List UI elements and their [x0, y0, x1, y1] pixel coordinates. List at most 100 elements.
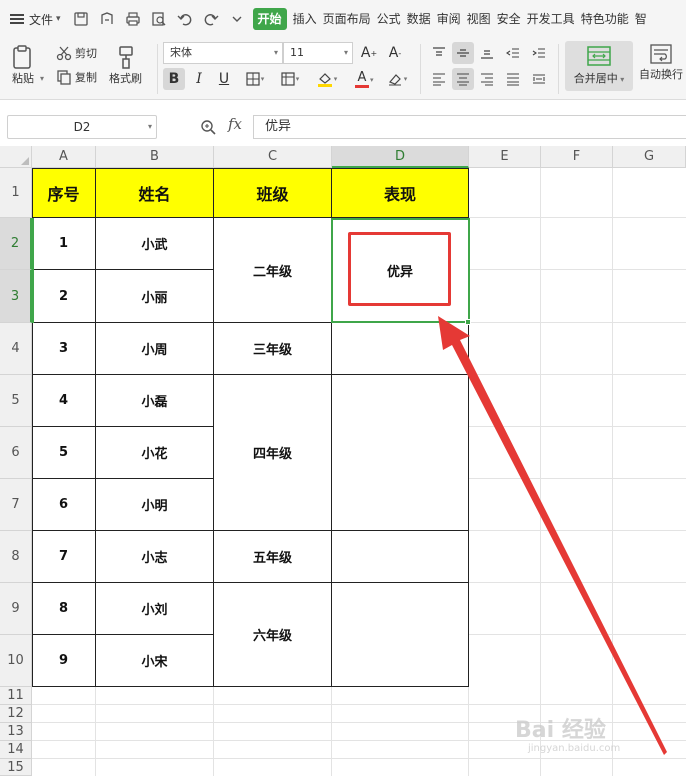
font-name-select[interactable]: 宋体 ▾ [163, 42, 283, 64]
align-center-button[interactable] [452, 68, 474, 90]
header-cell-performance[interactable]: 表现 [332, 168, 469, 218]
row-header-15[interactable]: 15 [0, 759, 32, 776]
cell-style-button[interactable]: ▾ [275, 68, 305, 90]
table-cell-class[interactable]: 三年级 [214, 323, 332, 375]
table-cell-name[interactable]: 小武 [96, 218, 214, 270]
copy-button[interactable]: 复制 [56, 69, 97, 85]
row-header-11[interactable]: 11 [0, 687, 32, 705]
table-cell-seq[interactable]: 9 [32, 635, 96, 687]
table-cell-class[interactable]: 六年级 [214, 583, 332, 687]
tab-security[interactable]: 安全 [494, 8, 524, 30]
table-cell-seq[interactable]: 4 [32, 375, 96, 427]
row-header-3[interactable]: 3 [0, 270, 32, 323]
align-middle-button[interactable] [452, 42, 474, 64]
column-header-d[interactable]: D [332, 146, 469, 168]
table-cell-name[interactable]: 小刘 [96, 583, 214, 635]
row-header-13[interactable]: 13 [0, 723, 32, 741]
justify-button[interactable] [502, 68, 524, 90]
save-icon[interactable] [71, 9, 91, 29]
table-cell-seq[interactable]: 6 [32, 479, 96, 531]
table-cell-name[interactable]: 小宋 [96, 635, 214, 687]
select-all-corner[interactable] [0, 146, 32, 168]
merge-center-button[interactable]: 合并居中 ▾ [565, 41, 633, 91]
format-painter-button[interactable]: 格式刷 [109, 44, 142, 86]
row-header-7[interactable]: 7 [0, 479, 32, 531]
table-cell-name[interactable]: 小磊 [96, 375, 214, 427]
row-header-6[interactable]: 6 [0, 427, 32, 479]
align-top-button[interactable] [428, 42, 450, 64]
borders-button[interactable]: ▾ [240, 68, 270, 90]
table-cell-name[interactable]: 小明 [96, 479, 214, 531]
table-cell-seq[interactable]: 3 [32, 323, 96, 375]
column-header-e[interactable]: E [469, 146, 541, 168]
paste-dropdown-icon[interactable]: ▾ [40, 74, 44, 83]
insert-function-button[interactable]: fx [228, 115, 242, 133]
header-cell-seq[interactable]: 序号 [32, 168, 96, 218]
customize-toolbar-icon[interactable] [227, 9, 247, 29]
table-cell-class[interactable]: 五年级 [214, 531, 332, 583]
underline-button[interactable]: U [213, 68, 235, 90]
tab-smart[interactable]: 智 [632, 8, 650, 30]
name-box[interactable]: D2 ▾ [7, 115, 157, 139]
font-size-select[interactable]: 11 ▾ [283, 42, 353, 64]
tab-developer[interactable]: 开发工具 [524, 8, 578, 30]
align-bottom-button[interactable] [476, 42, 498, 64]
increase-font-size-button[interactable]: A + [358, 42, 380, 64]
redo-icon[interactable] [201, 9, 221, 29]
table-cell-seq[interactable]: 5 [32, 427, 96, 479]
row-header-8[interactable]: 8 [0, 531, 32, 583]
align-right-button[interactable] [476, 68, 498, 90]
file-menu[interactable]: 文件 ▾ [0, 0, 67, 38]
tab-view[interactable]: 视图 [464, 8, 494, 30]
fill-handle[interactable] [465, 319, 471, 325]
table-cell-name[interactable]: 小丽 [96, 270, 214, 323]
wrap-text-button[interactable]: 自动换行 [639, 44, 683, 82]
header-cell-class[interactable]: 班级 [214, 168, 332, 218]
increase-indent-button[interactable] [528, 42, 550, 64]
row-header-2[interactable]: 2 [0, 218, 32, 270]
table-cell-name[interactable]: 小志 [96, 531, 214, 583]
table-cell-seq[interactable]: 1 [32, 218, 96, 270]
print-preview-icon[interactable] [149, 9, 169, 29]
align-left-button[interactable] [428, 68, 450, 90]
table-cell-seq[interactable]: 8 [32, 583, 96, 635]
table-cell-performance[interactable] [332, 375, 469, 531]
italic-button[interactable]: I [188, 68, 210, 90]
tab-data[interactable]: 数据 [404, 8, 434, 30]
decrease-font-size-button[interactable]: A- [384, 42, 406, 64]
table-cell-class[interactable]: 四年级 [214, 375, 332, 531]
column-header-f[interactable]: F [541, 146, 613, 168]
row-header-9[interactable]: 9 [0, 583, 32, 635]
row-header-5[interactable]: 5 [0, 375, 32, 427]
decrease-indent-button[interactable] [502, 42, 524, 64]
formula-input[interactable]: 优异 [253, 115, 686, 139]
table-cell-seq[interactable]: 7 [32, 531, 96, 583]
font-color-dropdown-icon[interactable]: ▾ [370, 76, 374, 84]
row-header-12[interactable]: 12 [0, 705, 32, 723]
row-header-10[interactable]: 10 [0, 635, 32, 687]
export-icon[interactable] [97, 9, 117, 29]
row-header-14[interactable]: 14 [0, 741, 32, 759]
table-cell-class[interactable]: 二年级 [214, 218, 332, 323]
table-cell-performance[interactable]: 优异 [332, 218, 469, 323]
fill-color-button[interactable]: ▾ [312, 68, 342, 90]
zoom-icon[interactable] [200, 119, 216, 135]
tab-insert[interactable]: 插入 [290, 8, 320, 30]
tab-home[interactable]: 开始 [252, 8, 287, 30]
column-header-b[interactable]: B [96, 146, 214, 168]
header-cell-name[interactable]: 姓名 [96, 168, 214, 218]
tab-formulas[interactable]: 公式 [374, 8, 404, 30]
column-header-c[interactable]: C [214, 146, 332, 168]
bold-button[interactable]: B [163, 68, 185, 90]
tab-review[interactable]: 审阅 [434, 8, 464, 30]
column-header-a[interactable]: A [32, 146, 96, 168]
table-cell-performance[interactable] [332, 531, 469, 583]
row-header-4[interactable]: 4 [0, 323, 32, 375]
cut-button[interactable]: 剪切 [56, 45, 97, 61]
table-cell-name[interactable]: 小花 [96, 427, 214, 479]
tab-page-layout[interactable]: 页面布局 [320, 8, 374, 30]
undo-icon[interactable] [175, 9, 195, 29]
column-header-g[interactable]: G [613, 146, 686, 168]
paste-button[interactable]: 粘贴 [10, 44, 36, 86]
table-cell-seq[interactable]: 2 [32, 270, 96, 323]
